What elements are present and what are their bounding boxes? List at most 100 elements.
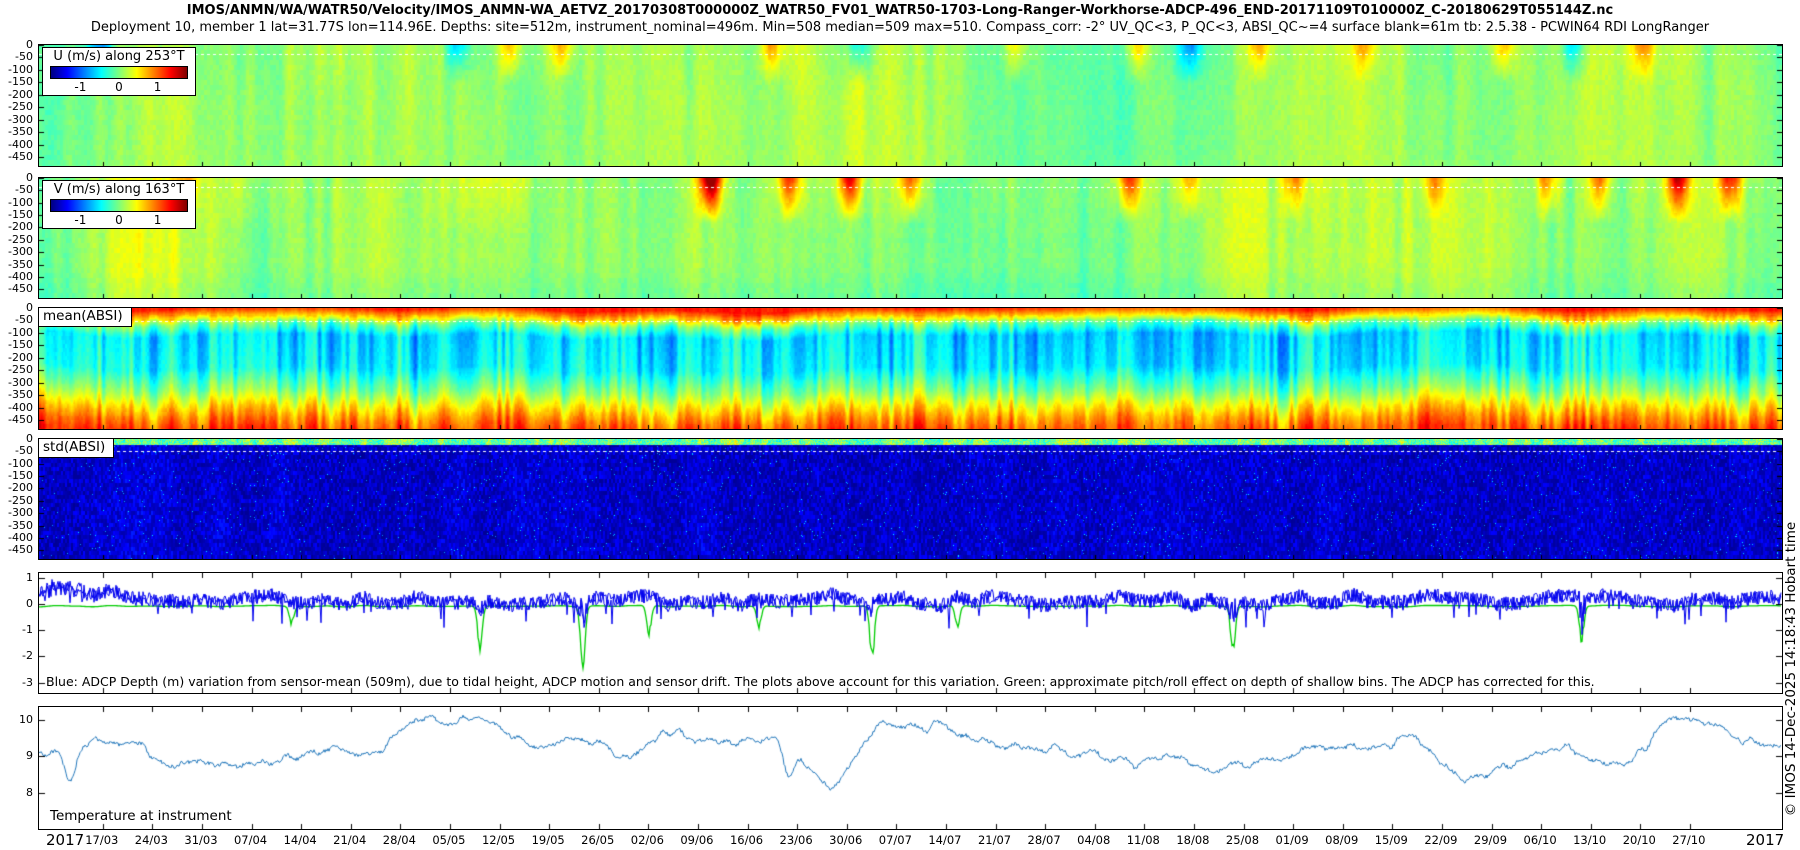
x-axis-date-tick: 31/03 <box>184 833 218 847</box>
x-axis-date-tick: 25/08 <box>1225 833 1260 847</box>
imos-watermark: © IMOS 14-Dec-2025 14:18:43 Hobart time <box>1783 521 1799 817</box>
y-tick-label: 9 <box>26 749 33 763</box>
y-tick-label: -350 <box>8 125 33 139</box>
x-axis-date-tick: 23/06 <box>779 833 813 847</box>
x-axis-date-tick: 14/04 <box>283 833 317 847</box>
y-tick-label: -250 <box>8 232 33 246</box>
u-colorbar-legend: U (m/s) along 253°T -1 0 1 <box>42 47 196 96</box>
colorbar-tick-label: 0 <box>115 213 123 227</box>
x-axis-date-tick: 18/08 <box>1176 833 1210 847</box>
figure-title: IMOS/ANMN/WA/WATR50/Velocity/IMOS_ANMN-W… <box>186 3 1614 18</box>
x-axis-date-tick: 05/05 <box>432 833 466 847</box>
mean-absi-heatmap <box>39 308 1782 429</box>
y-tick-label: -100 <box>8 456 33 470</box>
x-axis-date-tick: 04/08 <box>1077 833 1111 847</box>
y-tick-label: 0 <box>26 597 33 611</box>
y-tick-label: 0 <box>26 171 33 184</box>
y-tick-label: -450 <box>8 282 33 296</box>
adcp-figure: IMOS/ANMN/WA/WATR50/Velocity/IMOS_ANMN-W… <box>0 0 1800 850</box>
y-tick-label: 0 <box>26 38 33 51</box>
x-axis-date-tick: 26/05 <box>581 833 615 847</box>
figure-subtitle: Deployment 10, member 1 lat=31.77S lon=1… <box>90 20 1710 35</box>
y-tick-label: -400 <box>8 269 33 283</box>
y-tick-label: -150 <box>8 208 33 222</box>
y-tick-label: -100 <box>8 62 33 76</box>
u-colorbar-ticks: -1 0 1 <box>50 79 188 95</box>
v-legend-title: V (m/s) along 163°T <box>53 182 185 197</box>
colorbar-tick-label: -1 <box>74 213 87 227</box>
x-axis-date-tick: 28/07 <box>1027 833 1061 847</box>
x-axis-date-tick: 15/09 <box>1374 833 1408 847</box>
y-tick-label: -250 <box>8 493 33 507</box>
u-y-axis-labels: 0 -50 -100 -150 -200 -250 -300 -350 -400 -450 <box>0 39 36 166</box>
y-tick-label: -150 <box>8 75 33 89</box>
y-tick-label: -1 <box>22 623 33 637</box>
x-axis-date-tick: 17/03 <box>85 833 119 847</box>
x-axis-date-tick: 01/09 <box>1275 833 1309 847</box>
v-colorbar-legend: V (m/s) along 163°T -1 0 1 <box>42 180 196 229</box>
y-tick-label: -450 <box>8 413 33 427</box>
x-axis-date-tick: 13/10 <box>1573 833 1607 847</box>
u-colorbar <box>50 66 188 79</box>
colorbar-tick-label: 1 <box>153 213 162 227</box>
std-absi-heatmap <box>39 439 1782 559</box>
y-tick-label: -250 <box>8 363 33 377</box>
v-velocity-heatmap <box>39 178 1782 298</box>
y-tick-label: -300 <box>8 245 33 259</box>
panel-temperature: Temperature at instrument 10 9 8 <box>19 706 1783 830</box>
y-tick-label: -200 <box>8 87 33 101</box>
x-axis-date-tick: 07/04 <box>233 833 268 847</box>
x-axis-date-tick: 14/07 <box>928 833 962 847</box>
mean-absi-y-axis-labels: 0 -50 -100 -150 -200 -250 -300 -350 -400 -450 <box>0 302 36 429</box>
y-tick-label: 10 <box>19 712 33 726</box>
x-axis-date-tick: 21/07 <box>977 833 1012 847</box>
y-tick-label: -200 <box>8 350 33 364</box>
x-axis-date-tick: 20/10 <box>1622 833 1656 847</box>
depth-variation-y-axis-labels: 1 0 -1 -2 -3 <box>0 571 36 693</box>
y-tick-label: -2 <box>22 649 33 663</box>
x-axis-date-tick: 22/09 <box>1424 833 1458 847</box>
y-tick-label: -50 <box>15 444 33 458</box>
y-tick-label: -450 <box>8 150 33 164</box>
x-axis-date-tick: 08/09 <box>1325 833 1359 847</box>
panel-depth-variation: Blue: ADCP Depth (m) variation from sens… <box>22 572 1783 694</box>
y-tick-label: -400 <box>8 530 33 544</box>
x-axis-date-tick: 16/06 <box>729 833 764 847</box>
x-axis-date-tick: 30/06 <box>829 833 863 847</box>
y-tick-label: 0 <box>26 301 33 314</box>
x-axis-date-tick: 28/04 <box>382 833 416 847</box>
y-tick-label: 1 <box>26 571 33 585</box>
y-tick-label: -400 <box>8 400 33 414</box>
y-tick-label: -150 <box>8 469 33 483</box>
y-tick-label: -350 <box>8 518 33 532</box>
y-tick-label: -350 <box>8 257 33 271</box>
x-axis-date-tick: 27/10 <box>1672 833 1706 847</box>
x-axis-date-tick: 21/04 <box>333 833 367 847</box>
y-tick-label: -150 <box>8 338 33 352</box>
panel-std-absi: std(ABSI) 0 -50 -100 -150 -200 -250 -300 -350 -4… <box>8 433 1783 560</box>
panel-v-velocity: V (m/s) along 163°T -1 0 1 0 -50 -100 -150 -20… <box>8 172 1783 299</box>
y-tick-label: -50 <box>15 50 33 64</box>
y-tick-label: -300 <box>8 112 33 126</box>
colorbar-tick-label: 1 <box>153 80 162 94</box>
y-tick-label: 8 <box>26 785 33 799</box>
y-tick-label: 0 <box>26 432 33 445</box>
x-axis-date-tick: 29/09 <box>1473 833 1508 847</box>
v-y-axis-labels: 0 -50 -100 -150 -200 -250 -300 -350 -400 -450 <box>0 172 36 298</box>
mean-absi-label: mean(ABSI) <box>38 307 132 327</box>
x-axis-date-tick: 19/05 <box>531 833 565 847</box>
depth-variation-annotation: Blue: ADCP Depth (m) variation from sens… <box>46 674 1595 689</box>
std-absi-label: std(ABSI) <box>38 438 115 458</box>
x-axis-date-labels: 2017 2017 17/03 24/03 31/03 07/04 14/04 21/04… <box>0 831 1800 849</box>
y-tick-label: -450 <box>8 543 33 557</box>
x-axis-date-tick: 06/10 <box>1523 833 1557 847</box>
x-axis-date-tick: 12/05 <box>481 833 516 847</box>
y-tick-label: -50 <box>15 313 33 327</box>
u-velocity-heatmap <box>39 45 1782 166</box>
x-axis-date-tick: 09/06 <box>680 833 714 847</box>
x-axis-date-tick: 11/08 <box>1126 833 1160 847</box>
y-tick-label: -350 <box>8 388 33 402</box>
y-tick-label: -50 <box>15 183 33 197</box>
v-colorbar-ticks: -1 0 1 <box>50 212 188 228</box>
x-axis-date-tick: 24/03 <box>134 833 168 847</box>
